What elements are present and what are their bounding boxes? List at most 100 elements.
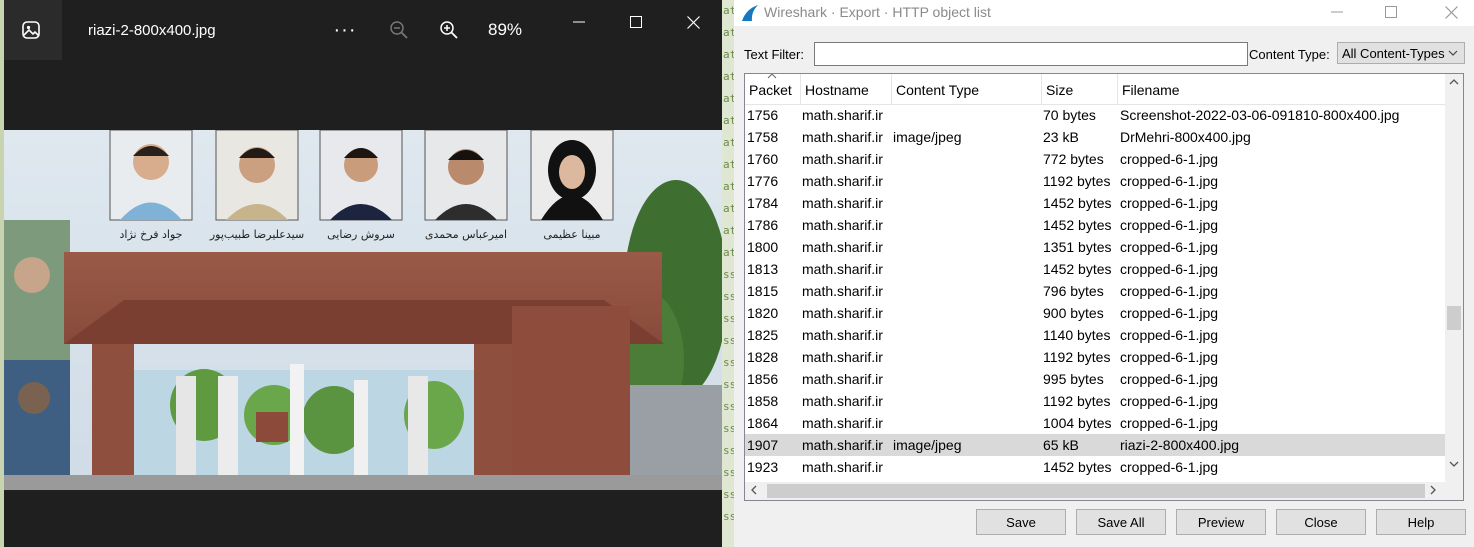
cell-filename: DrMehri-800x400.jpg — [1120, 129, 1251, 145]
background-strip-fragment: at — [723, 202, 734, 215]
column-header-size[interactable]: Size — [1042, 74, 1118, 104]
table-row[interactable]: 1825 math.sharif.ir 1140 bytes cropped-6-1.… — [745, 324, 1445, 346]
vertical-scrollbar[interactable] — [1445, 74, 1463, 482]
more-options-button[interactable]: ··· — [330, 14, 360, 46]
dialog-minimize-button[interactable] — [1314, 0, 1360, 24]
cell-size: 70 bytes — [1043, 107, 1096, 123]
cell-size: 23 kB — [1043, 129, 1079, 145]
scroll-up-icon[interactable] — [1449, 78, 1459, 86]
scroll-left-icon[interactable] — [750, 485, 758, 495]
save-all-button[interactable]: Save All — [1076, 509, 1166, 535]
http-object-table[interactable]: Packet Hostname Content Type Size Filena… — [744, 73, 1464, 501]
cell-size: 1452 bytes — [1043, 217, 1112, 233]
save-button[interactable]: Save — [976, 509, 1066, 535]
dialog-maximize-button[interactable] — [1368, 0, 1414, 24]
cell-filename: cropped-6-1.jpg — [1120, 217, 1219, 233]
cell-size: 1351 bytes — [1043, 239, 1112, 255]
cell-packet: 1820 — [747, 305, 779, 321]
cell-size: 900 bytes — [1043, 305, 1104, 321]
column-header-label: Packet — [749, 82, 792, 98]
vertical-scroll-thumb[interactable] — [1447, 306, 1461, 330]
viewer-close-button[interactable] — [676, 10, 710, 34]
text-filter-input[interactable] — [814, 42, 1248, 66]
cell-size: 1192 bytes — [1043, 349, 1111, 365]
horizontal-scrollbar[interactable] — [745, 482, 1463, 500]
cell-size: 1452 bytes — [1043, 195, 1112, 211]
cell-hostname: math.sharif.ir — [802, 327, 883, 343]
dialog-close-button[interactable] — [1428, 0, 1474, 24]
zoom-out-button[interactable] — [385, 14, 413, 46]
table-row[interactable]: 1776 math.sharif.ir 1192 bytes cropped-6-1.… — [745, 170, 1445, 192]
table-row[interactable]: 1800 math.sharif.ir 1351 bytes cropped-6-1.… — [745, 236, 1445, 258]
cell-filename: Screenshot-2022-03-06-091810-800x400.jpg — [1120, 107, 1400, 123]
preview-button[interactable]: Preview — [1176, 509, 1266, 535]
content-type-select[interactable]: All Content-Types — [1337, 42, 1465, 64]
cell-hostname: math.sharif.ir — [802, 415, 883, 431]
table-row[interactable]: 1758 math.sharif.ir image/jpeg 23 kB DrMehri… — [745, 126, 1445, 148]
table-row[interactable]: 1820 math.sharif.ir 900 bytes cropped-6-1.j… — [745, 302, 1445, 324]
background-window-strip: at at at at at at at at at at at at ss ss ss ss ss ss ss ss… — [722, 0, 734, 547]
table-row[interactable]: 1784 math.sharif.ir 1452 bytes cropped-6-1.… — [745, 192, 1445, 214]
horizontal-scroll-thumb[interactable] — [767, 484, 1425, 498]
cell-filename: cropped-6-1.jpg — [1120, 393, 1219, 409]
cell-packet: 1776 — [747, 173, 779, 189]
viewer-maximize-button[interactable] — [619, 10, 653, 34]
cell-packet: 1864 — [747, 415, 779, 431]
zoom-in-icon — [440, 21, 458, 39]
viewer-app-button[interactable] — [0, 0, 62, 60]
table-row[interactable]: 1815 math.sharif.ir 796 bytes cropped-6-1.j… — [745, 280, 1445, 302]
column-header-content-type[interactable]: Content Type — [892, 74, 1042, 104]
cell-filename: riazi-2-800x400.jpg — [1120, 437, 1240, 453]
cell-packet: 1825 — [747, 327, 779, 343]
table-row[interactable]: 1828 math.sharif.ir 1192 bytes cropped-6-1.… — [745, 346, 1445, 368]
table-row[interactable]: 1864 math.sharif.ir 1004 bytes cropped-6-1.… — [745, 412, 1445, 434]
column-header-packet[interactable]: Packet — [745, 74, 801, 104]
scroll-right-icon[interactable] — [1429, 485, 1437, 495]
cell-size: 65 kB — [1043, 437, 1079, 453]
background-strip-fragment: at — [723, 246, 734, 259]
column-header-label: Content Type — [896, 82, 980, 98]
table-row-selected[interactable]: 1907 math.sharif.ir image/jpeg 65 kB riazi-2… — [745, 434, 1445, 456]
cell-hostname: math.sharif.ir — [802, 437, 883, 453]
person-name-4: امیرعباس محمدی — [425, 228, 507, 241]
cell-hostname: math.sharif.ir — [802, 173, 883, 189]
content-type-value: All Content-Types — [1342, 45, 1445, 61]
minimize-icon — [1331, 11, 1343, 13]
scroll-down-icon[interactable] — [1449, 460, 1459, 468]
cell-size: 1192 bytes — [1043, 393, 1111, 409]
cell-packet: 1760 — [747, 151, 779, 167]
viewer-minimize-button[interactable] — [562, 10, 596, 34]
zoom-in-button[interactable] — [435, 14, 463, 46]
table-row[interactable]: 1756 math.sharif.ir 70 bytes Screenshot-202… — [745, 104, 1445, 126]
zoom-level[interactable]: 89% — [480, 14, 530, 46]
cell-hostname: math.sharif.ir — [802, 459, 883, 475]
cell-hostname: math.sharif.ir — [802, 349, 883, 365]
table-row[interactable]: 1813 math.sharif.ir 1452 bytes cropped-6-1.… — [745, 258, 1445, 280]
dialog-titlebar[interactable]: Wireshark · Export · HTTP object list — [734, 0, 1474, 26]
cell-size: 1004 bytes — [1043, 415, 1112, 431]
cell-size: 1452 bytes — [1043, 459, 1112, 475]
displayed-image: جواد فرخ نژاد سیدعلیرضا طبیب‌پور سروش رض… — [4, 130, 722, 490]
cell-size: 1192 bytes — [1043, 173, 1111, 189]
background-strip-fragment: ss — [723, 290, 734, 303]
cell-packet: 1856 — [747, 371, 779, 387]
maximize-icon — [630, 16, 642, 28]
cell-hostname: math.sharif.ir — [802, 151, 883, 167]
person-name-5: مبینا عظیمی — [543, 228, 600, 241]
table-row[interactable]: 1786 math.sharif.ir 1452 bytes cropped-6-1.… — [745, 214, 1445, 236]
table-row[interactable]: 1760 math.sharif.ir 772 bytes cropped-6-1.j… — [745, 148, 1445, 170]
table-row[interactable]: 1858 math.sharif.ir 1192 bytes cropped-6-1.… — [745, 390, 1445, 412]
background-strip-fragment: at — [723, 224, 734, 237]
cell-filename: cropped-6-1.jpg — [1120, 173, 1219, 189]
cell-content-type: image/jpeg — [893, 129, 962, 145]
column-header-hostname[interactable]: Hostname — [801, 74, 892, 104]
cell-hostname: math.sharif.ir — [802, 305, 883, 321]
person-name-2: سیدعلیرضا طبیب‌پور — [209, 228, 304, 241]
help-button[interactable]: Help — [1376, 509, 1466, 535]
close-button[interactable]: Close — [1276, 509, 1366, 535]
table-row[interactable]: 1923 math.sharif.ir 1452 bytes cropped-6-1.… — [745, 456, 1445, 478]
table-row[interactable]: 1856 math.sharif.ir 995 bytes cropped-6-1.j… — [745, 368, 1445, 390]
column-header-filename[interactable]: Filename — [1118, 74, 1445, 104]
cell-size: 796 bytes — [1043, 283, 1104, 299]
table-header: Packet Hostname Content Type Size Filena… — [745, 74, 1445, 105]
